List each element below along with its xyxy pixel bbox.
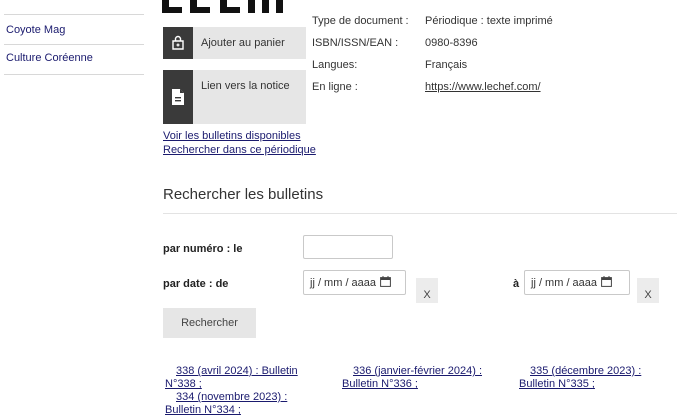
clear-date-from-button[interactable]: X: [416, 278, 438, 303]
date-from-placeholder: jj / mm / aaaa: [310, 276, 377, 289]
bulletin-link-line2[interactable]: Bulletin N°335 ;: [519, 378, 595, 390]
by-number-label: par numéro : le: [163, 243, 243, 255]
clear-date-to-button[interactable]: X: [637, 278, 659, 303]
bulletin-link-line1[interactable]: 338 (avril 2024) : Bulletin: [165, 365, 298, 377]
meta-label-isbn: ISBN/ISSN/EAN :: [312, 37, 399, 49]
search-bulletins-button[interactable]: Rechercher: [163, 308, 256, 338]
meta-label-languages: Langues:: [312, 59, 358, 71]
available-bulletins-link[interactable]: Voir les bulletins disponibles: [163, 130, 301, 142]
add-to-cart-button[interactable]: Ajouter au panier: [163, 27, 306, 59]
meta-label-type: Type de document :: [312, 15, 409, 27]
sidebar-item-coyote-mag[interactable]: Coyote Mag: [6, 24, 65, 36]
meta-value-type: Périodique : texte imprimé: [425, 15, 553, 27]
bulletin-link-line1[interactable]: 335 (décembre 2023) :: [519, 365, 641, 377]
bulletin-item[interactable]: 336 (janvier-février 2024) : Bulletin N°…: [342, 365, 512, 391]
periodical-logo: [162, 0, 287, 24]
calendar-icon: [380, 275, 391, 290]
meta-value-languages: Français: [425, 59, 468, 71]
calendar-icon: [601, 275, 612, 290]
notice-link-button[interactable]: Lien vers la notice: [163, 70, 306, 124]
date-to-input[interactable]: jj / mm / aaaa: [524, 270, 630, 295]
sidebar-divider: [4, 44, 144, 45]
sidebar-item-culture-coreenne[interactable]: Culture Coréenne: [6, 52, 93, 64]
date-from-input[interactable]: jj / mm / aaaa: [303, 270, 406, 295]
meta-label-online: En ligne :: [312, 81, 358, 93]
date-to-label: à: [513, 278, 520, 290]
date-to-placeholder: jj / mm / aaaa: [531, 276, 598, 289]
sidebar: Coyote Mag Culture Coréenne: [0, 0, 150, 417]
add-to-cart-label: Ajouter au panier: [201, 37, 285, 49]
bulletin-link-line2[interactable]: N°338 ;: [165, 378, 202, 390]
bulletin-item[interactable]: 335 (décembre 2023) : Bulletin N°335 ;: [519, 365, 669, 391]
sidebar-divider: [4, 14, 144, 15]
document-icon: [163, 70, 193, 124]
bulletin-link-line2[interactable]: Bulletin N°336 ;: [342, 378, 418, 390]
logo-mark: [162, 0, 283, 13]
bulletin-item[interactable]: 334 (novembre 2023) : Bulletin N°334 ;: [165, 391, 325, 417]
notice-link-label: Lien vers la notice: [201, 80, 290, 92]
bulletin-link-line1[interactable]: 336 (janvier-février 2024) :: [342, 365, 482, 377]
bulletin-link-line1[interactable]: 334 (novembre 2023) :: [165, 391, 287, 403]
section-divider: [163, 213, 677, 214]
online-url-link[interactable]: https://www.lechef.com/: [425, 81, 541, 93]
bulletin-link-line2[interactable]: Bulletin N°334 ;: [165, 404, 241, 416]
bulletin-number-input[interactable]: [303, 235, 393, 259]
meta-value-isbn: 0980-8396: [425, 37, 478, 49]
basket-icon: [163, 27, 193, 59]
by-date-label: par date : de: [163, 278, 229, 290]
sidebar-divider: [4, 74, 144, 75]
section-title: Rechercher les bulletins: [163, 186, 324, 203]
bulletin-item[interactable]: 338 (avril 2024) : Bulletin N°338 ;: [165, 365, 325, 391]
search-periodical-link[interactable]: Rechercher dans ce périodique: [163, 144, 316, 156]
